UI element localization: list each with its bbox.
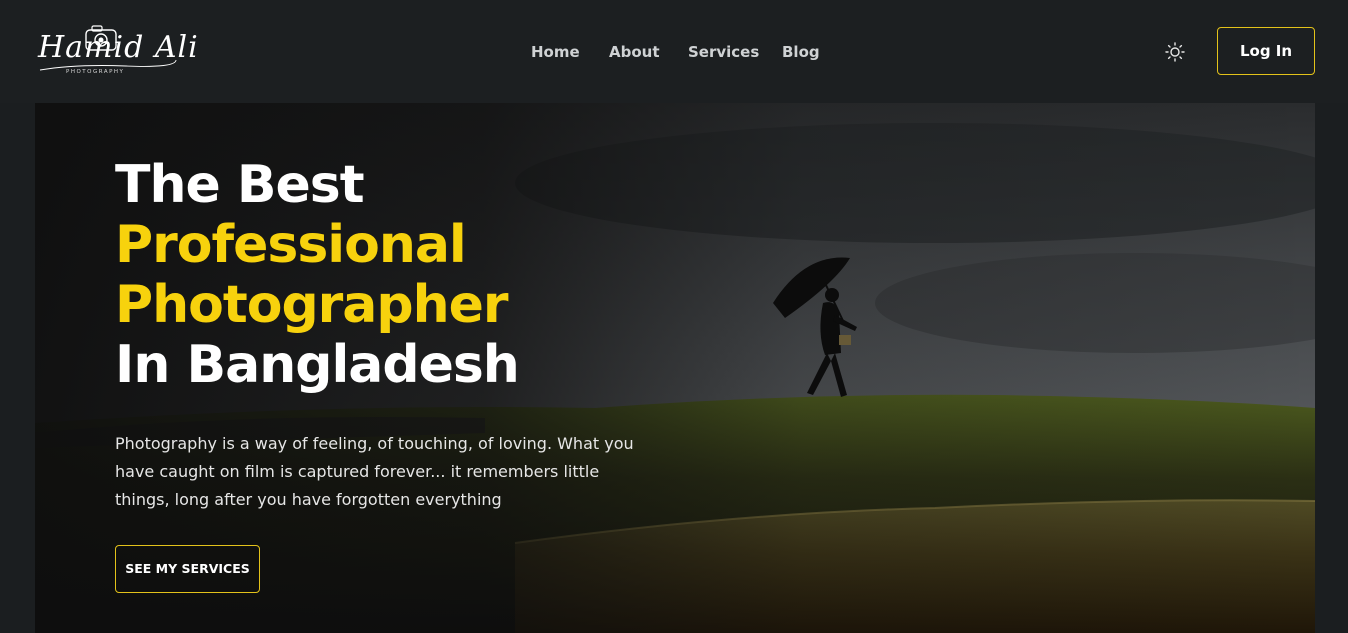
nav-item-home[interactable]: Home bbox=[531, 40, 580, 64]
main-nav: Home About Services Blog bbox=[0, 40, 1348, 64]
login-button[interactable]: Log In bbox=[1217, 27, 1315, 75]
nav-item-blog[interactable]: Blog bbox=[782, 40, 820, 64]
hero-description: Photography is a way of feeling, of touc… bbox=[115, 434, 634, 509]
hero-title-line-3: Photographer bbox=[115, 275, 509, 335]
theme-toggle-button[interactable] bbox=[1164, 41, 1186, 63]
site-header: Hamid Ali PHOTOGRAPHY Home About Service… bbox=[0, 0, 1348, 103]
hero-title: The Best Professional Photographer In Ba… bbox=[115, 155, 675, 395]
nav-item-about[interactable]: About bbox=[609, 40, 660, 64]
hero-title-line-4: In Bangladesh bbox=[115, 335, 520, 395]
hero-title-line-2: Professional bbox=[115, 215, 467, 275]
logo-subtitle: PHOTOGRAPHY bbox=[66, 69, 125, 75]
nav-item-services[interactable]: Services bbox=[688, 40, 759, 64]
hero-section: The Best Professional Photographer In Ba… bbox=[35, 103, 1315, 633]
hero-title-line-1: The Best bbox=[115, 155, 365, 215]
see-my-services-button[interactable]: SEE MY SERVICES bbox=[115, 545, 260, 593]
sun-icon bbox=[1165, 42, 1185, 62]
